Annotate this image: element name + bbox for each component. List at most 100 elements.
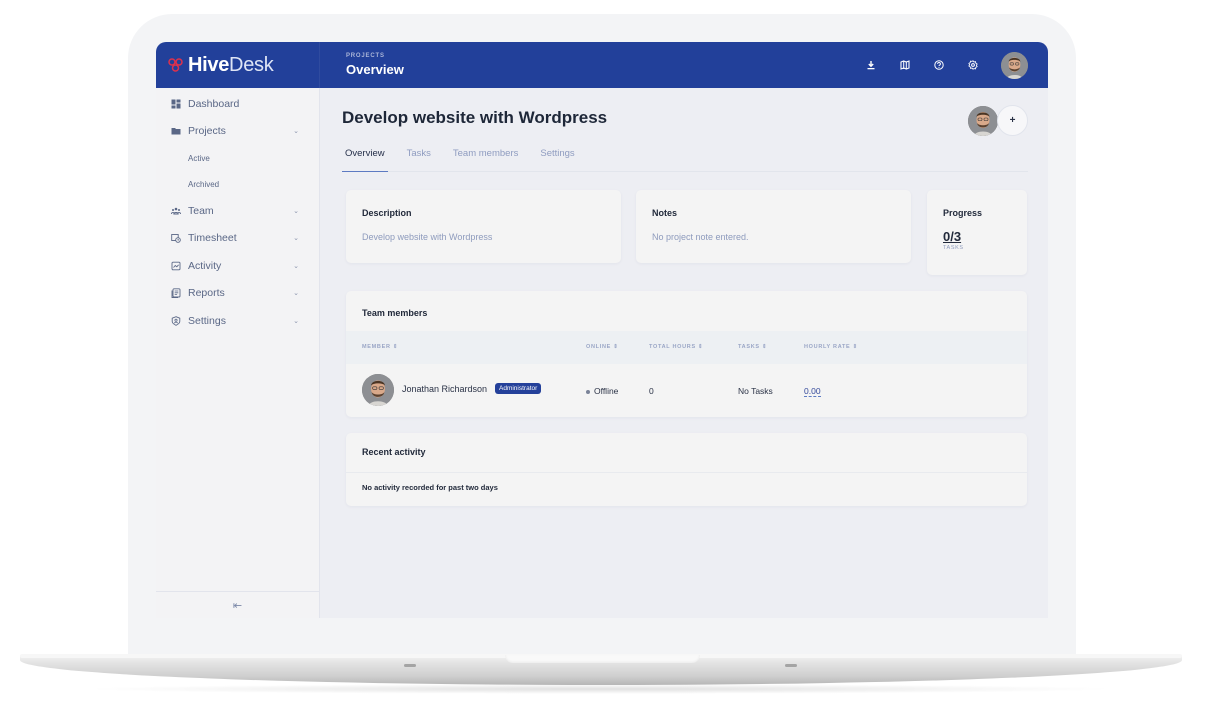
chevron-down-icon: ⌄	[293, 262, 299, 270]
description-title: Description	[362, 208, 412, 218]
chevron-down-icon: ⌄	[293, 235, 299, 243]
project-tabs: Overview Tasks Team members Settings	[342, 146, 1028, 172]
shield-icon	[171, 315, 181, 326]
sort-icon: ⇕	[852, 344, 858, 350]
laptop-foot	[785, 664, 797, 667]
activity-empty-text: No activity recorded for past two days	[362, 483, 498, 492]
notes-text: No project note entered.	[652, 232, 749, 242]
sidebar-item-projects[interactable]: Projects ⌄	[156, 118, 319, 146]
download-icon[interactable]	[865, 59, 877, 71]
breadcrumb: PROJECTS Overview	[346, 53, 404, 77]
settings-icon[interactable]	[967, 59, 979, 71]
column-header-hourly-rate[interactable]: HOURLY RATE ⇕	[804, 344, 858, 350]
sidebar-item-team[interactable]: Team ⌄	[156, 197, 319, 225]
column-header-member[interactable]: MEMBER ⇕	[362, 344, 398, 350]
sidebar-subitem-archived[interactable]: Archived	[156, 171, 319, 197]
status-dot-icon	[586, 389, 590, 394]
column-header-total-hours[interactable]: TOTAL HOURS ⇕	[649, 344, 703, 350]
sidebar-item-reports[interactable]: Reports ⌄	[156, 280, 319, 308]
laptop-foot	[404, 664, 416, 667]
table-row: Jonathan Richardson Administrator Offlin…	[346, 364, 1027, 417]
column-label: ONLINE	[586, 344, 611, 350]
sidebar-item-label: Activity	[188, 259, 222, 272]
member-name[interactable]: Jonathan Richardson	[402, 384, 487, 394]
progress-card: Progress 0/3 TASKS	[927, 190, 1027, 275]
laptop-mockup: Hive Desk PROJECTS Overview Dashboard Pr…	[0, 0, 1205, 704]
recent-activity-card: Recent activity No activity recorded for…	[346, 433, 1027, 506]
user-avatar[interactable]	[1001, 51, 1028, 79]
chevron-down-icon: ⌄	[293, 290, 299, 298]
brand-logo[interactable]: Hive Desk	[156, 42, 320, 88]
progress-value[interactable]: 0/3	[943, 229, 1011, 244]
sort-icon: ⇕	[613, 344, 619, 350]
progress-title: Progress	[943, 208, 983, 218]
sort-icon: ⇕	[392, 344, 399, 350]
notes-title: Notes	[652, 208, 678, 218]
dashboard-icon	[171, 99, 181, 109]
sidebar-item-label: Team	[188, 204, 214, 217]
laptop-shadow	[80, 684, 1120, 694]
page-title: Overview	[346, 62, 404, 77]
project-members: +	[968, 105, 1028, 136]
role-badge: Administrator	[495, 383, 542, 394]
column-label: TOTAL HOURS	[649, 344, 696, 350]
tab-team-members[interactable]: Team members	[450, 146, 521, 172]
sidebar-item-activity[interactable]: Activity ⌄	[156, 252, 319, 280]
column-header-online[interactable]: ONLINE ⇕	[586, 344, 619, 350]
hourly-rate[interactable]: 0.00	[804, 386, 821, 397]
tab-settings[interactable]: Settings	[537, 146, 577, 172]
online-status: Offline	[586, 386, 618, 396]
collapse-sidebar-button[interactable]: ⇤	[156, 591, 319, 618]
sidebar-item-label: Projects	[188, 125, 226, 138]
column-header-tasks[interactable]: TASKS ⇕	[738, 344, 767, 350]
sidebar-item-settings[interactable]: Settings ⌄	[156, 307, 319, 335]
member-avatar[interactable]	[968, 105, 998, 136]
team-icon	[171, 206, 181, 216]
collapse-sidebar-icon: ⇤	[232, 599, 243, 612]
description-card: Description Develop website with Wordpre…	[346, 190, 621, 263]
chevron-down-icon: ⌄	[293, 317, 299, 325]
add-member-button[interactable]: +	[997, 105, 1028, 136]
column-label: HOURLY RATE	[804, 344, 851, 350]
team-members-title: Team members	[362, 308, 428, 318]
notes-card: Notes No project note entered.	[636, 190, 911, 263]
breadcrumb-parent[interactable]: PROJECTS	[346, 53, 404, 59]
member-tasks: No Tasks	[738, 386, 773, 396]
top-bar: Hive Desk PROJECTS Overview	[156, 42, 1048, 88]
tab-tasks[interactable]: Tasks	[404, 146, 434, 172]
main-content: Develop website with Wordpress + Overvie…	[320, 88, 1048, 618]
progress-unit: TASKS	[943, 245, 964, 251]
sidebar-item-dashboard[interactable]: Dashboard	[156, 90, 319, 118]
timesheet-icon	[171, 233, 181, 243]
column-label: MEMBER	[362, 344, 391, 350]
sidebar-item-label: Dashboard	[188, 97, 240, 110]
sidebar-item-label: Reports	[188, 287, 225, 300]
team-members-card: Team members MEMBER ⇕ ONLINE ⇕ TOTAL HOU…	[346, 291, 1027, 417]
top-actions	[843, 51, 1048, 79]
description-text: Develop website with Wordpress	[362, 232, 493, 242]
sidebar-item-timesheet[interactable]: Timesheet ⌄	[156, 225, 319, 253]
divider	[346, 472, 1027, 473]
member-avatar	[362, 374, 394, 406]
brand-name-light: Desk	[229, 53, 274, 76]
sort-icon: ⇕	[698, 344, 704, 350]
laptop-notch	[505, 655, 700, 663]
tab-overview[interactable]: Overview	[342, 146, 388, 172]
sidebar: Dashboard Projects ⌄ Active Archived Tea…	[156, 88, 320, 618]
hive-logo-icon	[168, 58, 183, 72]
brand-name-bold: Hive	[188, 53, 230, 76]
column-label: TASKS	[738, 344, 760, 350]
reports-icon	[171, 288, 181, 299]
chevron-down-icon: ⌄	[293, 128, 299, 136]
app-screen: Hive Desk PROJECTS Overview Dashboard Pr…	[156, 42, 1048, 618]
project-title: Develop website with Wordpress	[342, 108, 608, 127]
sidebar-subitem-active[interactable]: Active	[156, 145, 319, 171]
sidebar-item-label: Settings	[188, 314, 226, 327]
map-icon[interactable]	[899, 59, 911, 71]
chevron-down-icon: ⌄	[293, 207, 299, 215]
folder-icon	[171, 126, 181, 136]
total-hours: 0	[649, 386, 654, 396]
online-status-text: Offline	[594, 386, 619, 396]
help-icon[interactable]	[933, 59, 945, 71]
table-header: MEMBER ⇕ ONLINE ⇕ TOTAL HOURS ⇕ TASKS ⇕ …	[346, 331, 1027, 364]
